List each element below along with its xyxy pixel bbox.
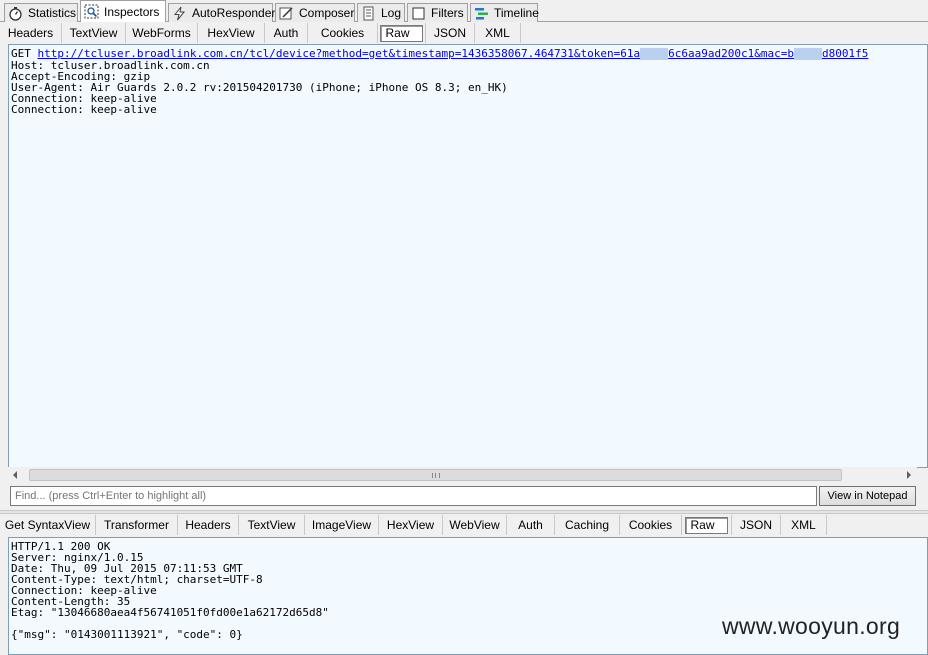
response-tab-cookies[interactable]: Cookies: [620, 515, 682, 535]
scroll-right-arrow-icon[interactable]: [907, 471, 911, 479]
redacted-mac: [794, 48, 822, 60]
find-input[interactable]: [10, 486, 817, 506]
tab-autoresponder[interactable]: AutoResponder: [168, 3, 276, 22]
response-header-line: Etag: "13046680aea4f56741051f0fd00e1a621…: [11, 606, 329, 619]
request-header-line: Connection: keep-alive: [11, 103, 157, 116]
tab-inspectors-label: Inspectors: [104, 4, 160, 19]
response-tab-imageview[interactable]: ImageView: [305, 515, 379, 535]
inspect-icon: [84, 4, 99, 19]
compose-icon: [279, 6, 294, 21]
response-tab-caching[interactable]: Caching: [555, 515, 620, 535]
scroll-left-arrow-icon[interactable]: [13, 471, 17, 479]
request-tab-bar: Headers TextView WebForms HexView Auth C…: [0, 22, 928, 44]
tab-log-label: Log: [381, 6, 402, 20]
request-tab-json[interactable]: JSON: [426, 23, 475, 43]
request-raw-pane[interactable]: GET http://tcluser.broadlink.com.cn/tcl/…: [8, 44, 928, 468]
checkbox-icon: [411, 6, 426, 21]
request-tab-xml[interactable]: XML: [475, 23, 521, 43]
tab-timeline[interactable]: Timeline: [470, 3, 539, 22]
tab-statistics[interactable]: Statistics: [4, 3, 78, 22]
request-tab-webforms[interactable]: WebForms: [126, 23, 198, 43]
stopwatch-icon: [8, 6, 23, 21]
tab-filters[interactable]: Filters: [407, 3, 468, 22]
response-tab-raw[interactable]: Raw: [682, 515, 732, 535]
main-tab-bar: Statistics Inspectors AutoResponder Comp…: [0, 0, 928, 22]
tab-filters-label: Filters: [431, 6, 464, 20]
response-body: {"msg": "0143001113921", "code": 0}: [11, 628, 243, 641]
redacted-token: [640, 48, 669, 60]
request-tab-raw[interactable]: Raw: [378, 23, 426, 43]
response-tab-json[interactable]: JSON: [732, 515, 781, 535]
tab-composer-label: Composer: [299, 6, 355, 20]
request-tab-textview[interactable]: TextView: [62, 23, 126, 43]
response-tab-auth[interactable]: Auth: [507, 515, 555, 535]
tab-statistics-label: Statistics: [28, 6, 77, 20]
request-tab-hexview[interactable]: HexView: [198, 23, 265, 43]
response-tab-textview[interactable]: TextView: [239, 515, 305, 535]
response-tab-xml[interactable]: XML: [781, 515, 827, 535]
lightning-icon: [172, 6, 187, 21]
request-tab-cookies[interactable]: Cookies: [308, 23, 378, 43]
tab-inspectors[interactable]: Inspectors: [80, 0, 166, 22]
log-icon: [361, 6, 376, 21]
request-horizontal-scrollbar[interactable]: [8, 467, 917, 484]
watermark: www.wooyun.org: [722, 613, 901, 639]
request-tab-auth[interactable]: Auth: [265, 23, 308, 43]
view-in-notepad-button[interactable]: View in Notepad: [819, 486, 916, 506]
timeline-icon: [474, 6, 489, 21]
response-tab-bar: Get SyntaxView Transformer Headers TextV…: [0, 514, 928, 536]
tab-timeline-label: Timeline: [494, 6, 539, 20]
tab-autoresponder-label: AutoResponder: [192, 6, 276, 20]
scrollbar-thumb[interactable]: [29, 469, 842, 481]
response-tab-syntaxview[interactable]: Get SyntaxView: [0, 515, 96, 535]
request-tab-headers[interactable]: Headers: [0, 23, 62, 43]
response-tab-hexview[interactable]: HexView: [379, 515, 443, 535]
tab-log[interactable]: Log: [357, 3, 405, 22]
response-tab-headers[interactable]: Headers: [178, 515, 239, 535]
tab-composer[interactable]: Composer: [275, 3, 355, 22]
response-tab-transformer[interactable]: Transformer: [96, 515, 178, 535]
response-tab-webview[interactable]: WebView: [443, 515, 507, 535]
grip-icon: [432, 473, 440, 478]
